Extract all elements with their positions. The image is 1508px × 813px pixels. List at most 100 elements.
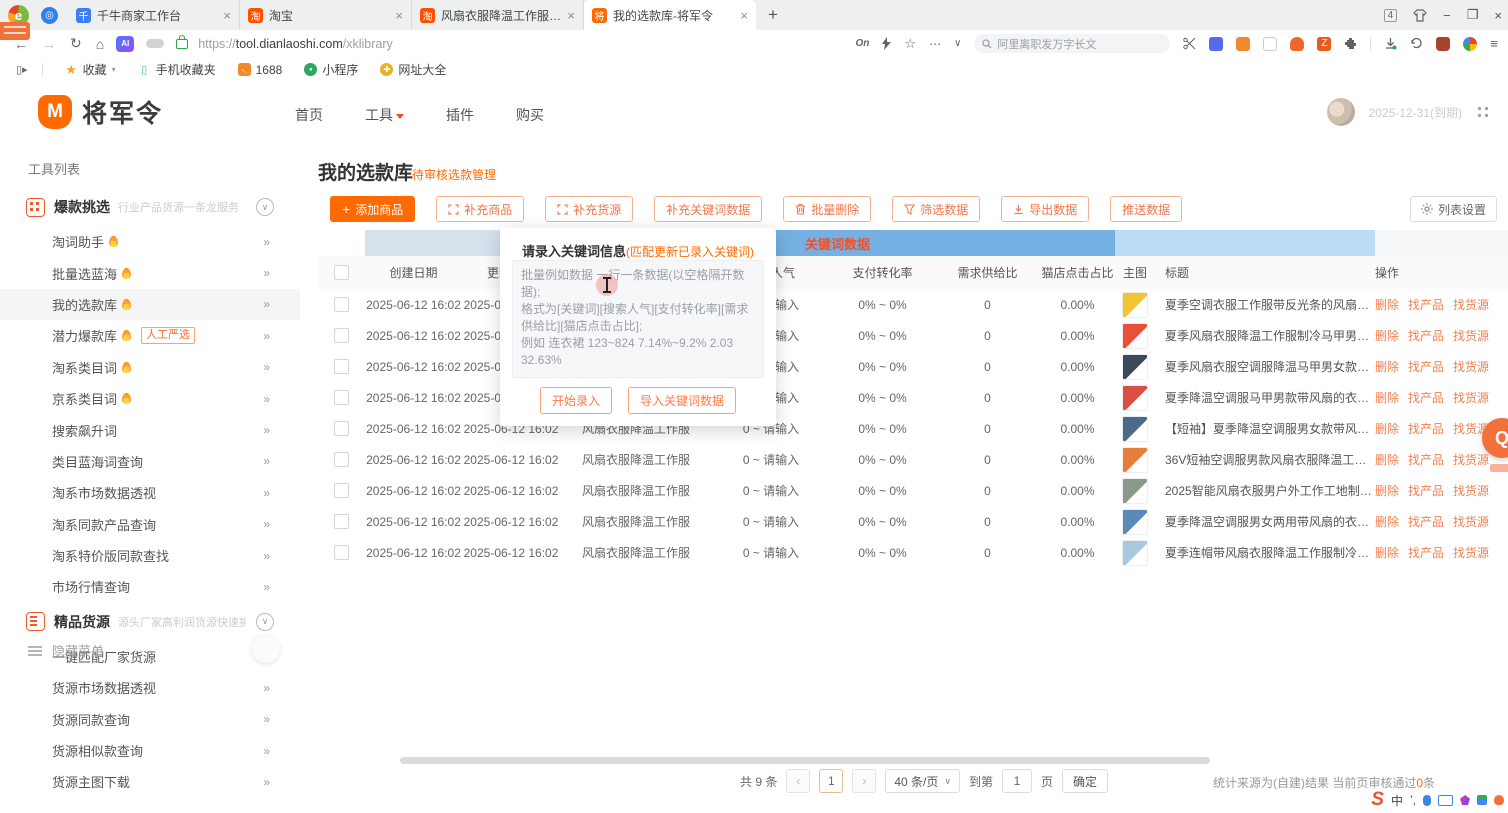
action-link-找产品[interactable]: 找产品 [1408, 420, 1444, 437]
toolbar-button-补充货源[interactable]: 补充货源 [545, 196, 633, 222]
sidebar-item-京系类目词[interactable]: 京系类目词» [0, 383, 300, 414]
browser-tab-3[interactable]: 将我的选款库-将军令× [584, 0, 756, 30]
row-select[interactable] [318, 483, 365, 498]
ext-note-icon[interactable] [1263, 37, 1277, 51]
action-link-找产品[interactable]: 找产品 [1408, 389, 1444, 406]
action-link-删除[interactable]: 删除 [1375, 544, 1399, 561]
checkbox[interactable] [334, 297, 349, 312]
action-link-找货源[interactable]: 找货源 [1453, 513, 1489, 530]
action-link-删除[interactable]: 删除 [1375, 389, 1399, 406]
browser-tab-1[interactable]: 淘淘宝× [240, 0, 412, 30]
pending-review-link[interactable]: 待审核选款管理 [412, 166, 496, 183]
bookmark-item-2[interactable]: ৲1688 [238, 63, 283, 77]
product-thumbnail[interactable] [1122, 323, 1148, 349]
refresh-icon[interactable]: ↻ [70, 35, 82, 52]
action-link-找产品[interactable]: 找产品 [1408, 544, 1444, 561]
sidebar-group-0[interactable]: 爆款挑选行业产品货源一条龙服务∨ [0, 188, 300, 226]
sidebar-item-货源主图下载[interactable]: 货源主图下载» [0, 766, 300, 797]
sidebar-collapse-button[interactable] [252, 635, 280, 663]
row-select[interactable] [318, 297, 365, 312]
home-icon[interactable]: ⌂ [96, 36, 104, 52]
nav-item-1[interactable]: 工具 [365, 105, 404, 125]
ext-shop-icon[interactable] [1236, 37, 1250, 51]
action-link-找产品[interactable]: 找产品 [1408, 451, 1444, 468]
action-link-删除[interactable]: 删除 [1375, 296, 1399, 313]
toolbar-button-批量删除[interactable]: 批量删除 [783, 196, 871, 222]
sidebar-expand-icon[interactable]: ▯▸ [16, 63, 28, 76]
address-bar[interactable]: https://tool.dianlaoshi.com/xklibrary [198, 37, 393, 51]
action-link-找产品[interactable]: 找产品 [1408, 513, 1444, 530]
product-thumbnail[interactable] [1122, 509, 1148, 535]
sidebar-item-淘系同款产品查询[interactable]: 淘系同款产品查询» [0, 509, 300, 540]
minimize-button[interactable]: − [1443, 8, 1451, 23]
extensions-puzzle-icon[interactable] [1344, 37, 1357, 50]
product-thumbnail[interactable] [1122, 447, 1148, 473]
bookmark-item-3[interactable]: ●小程序 [304, 61, 358, 78]
checkbox[interactable] [334, 328, 349, 343]
bookmark-item-1[interactable]: ▯手机收藏夹 [138, 61, 216, 78]
site-logo[interactable]: M 将军令 [38, 94, 163, 130]
browser-tab-2[interactable]: 淘风扇衣服降温工作服_淘宝搜索× [412, 0, 584, 30]
toolbar-button-补充关键词数据[interactable]: 补充关键词数据 [654, 196, 762, 222]
page-number-button[interactable]: 1 [819, 769, 843, 793]
mic-icon[interactable] [1423, 795, 1431, 806]
ext-translate-icon[interactable] [1209, 37, 1223, 51]
tab-close-icon[interactable]: × [740, 8, 748, 23]
hot-search-box[interactable]: 阿里离职发万字长文 [974, 34, 1170, 53]
product-thumbnail[interactable] [1122, 354, 1148, 380]
action-link-找货源[interactable]: 找货源 [1453, 544, 1489, 561]
ime-apps-icon[interactable] [1477, 795, 1487, 805]
sidebar-item-淘词助手[interactable]: 淘词助手» [0, 226, 300, 257]
toolbox-icon[interactable] [1436, 37, 1450, 51]
tab-close-icon[interactable]: × [395, 8, 403, 23]
action-link-找产品[interactable]: 找产品 [1408, 482, 1444, 499]
bolt-icon[interactable] [882, 37, 891, 50]
checkbox[interactable] [334, 390, 349, 405]
close-button[interactable]: × [1494, 8, 1502, 23]
action-link-删除[interactable]: 删除 [1375, 513, 1399, 530]
sidebar-group-1[interactable]: 精品货源源头厂家高利润货源快速挑选∨ [0, 603, 300, 641]
prev-page-button[interactable]: ‹ [786, 769, 810, 793]
action-link-找货源[interactable]: 找货源 [1453, 389, 1489, 406]
toolbar-button-推送数据[interactable]: 推送数据 [1110, 196, 1182, 222]
product-thumbnail[interactable] [1122, 478, 1148, 504]
ext-z-icon[interactable]: Z [1317, 37, 1331, 51]
downloads-icon[interactable] [1384, 37, 1397, 50]
apps-grid-icon[interactable] [1476, 105, 1490, 119]
ime-punct-toggle[interactable]: ’, [1410, 793, 1416, 807]
tab-close-icon[interactable]: × [223, 8, 231, 23]
row-select[interactable] [318, 328, 365, 343]
toolbar-button-补充商品[interactable]: 补充商品 [436, 196, 524, 222]
toolbar-button-添加商品[interactable]: +添加商品 [330, 196, 415, 222]
keyword-textarea[interactable]: 批量例如数据 一行一条数据(以空格隔开数据);格式为[关键词][搜索人气][支付… [512, 260, 764, 378]
sidebar-item-搜索飙升词[interactable]: 搜索飙升词» [0, 414, 300, 445]
action-link-删除[interactable]: 删除 [1375, 420, 1399, 437]
confirm-button[interactable]: 确定 [1062, 769, 1108, 793]
row-select[interactable] [318, 545, 365, 560]
action-link-删除[interactable]: 删除 [1375, 482, 1399, 499]
row-select[interactable] [318, 390, 365, 405]
action-link-找产品[interactable]: 找产品 [1408, 358, 1444, 375]
toolbar-button-导出数据[interactable]: 导出数据 [1001, 196, 1089, 222]
ext-home-icon[interactable] [1290, 37, 1304, 51]
expand-caret-icon[interactable]: ∨ [954, 38, 961, 49]
action-link-删除[interactable]: 删除 [1375, 358, 1399, 375]
row-select[interactable] [318, 359, 365, 374]
ime-skin-icon[interactable] [1460, 795, 1470, 805]
product-thumbnail[interactable] [1122, 292, 1148, 318]
menu-icon[interactable]: ≡ [1490, 36, 1498, 51]
scissors-icon[interactable] [1183, 37, 1196, 50]
action-link-找货源[interactable]: 找货源 [1453, 358, 1489, 375]
checkbox[interactable] [334, 265, 349, 280]
action-link-找货源[interactable]: 找货源 [1453, 451, 1489, 468]
action-link-找货源[interactable]: 找货源 [1453, 482, 1489, 499]
product-thumbnail[interactable] [1122, 385, 1148, 411]
browser-assistant-icon[interactable]: ◎ [41, 7, 58, 24]
action-link-删除[interactable]: 删除 [1375, 327, 1399, 344]
action-link-找货源[interactable]: 找货源 [1453, 327, 1489, 344]
header-select-all[interactable] [318, 265, 365, 280]
list-settings-button[interactable]: 列表设置 [1410, 196, 1497, 222]
history-undo-icon[interactable] [1410, 37, 1423, 50]
sidebar-item-淘系市场数据透视[interactable]: 淘系市场数据透视» [0, 477, 300, 508]
wardrobe-icon[interactable] [1413, 9, 1427, 22]
